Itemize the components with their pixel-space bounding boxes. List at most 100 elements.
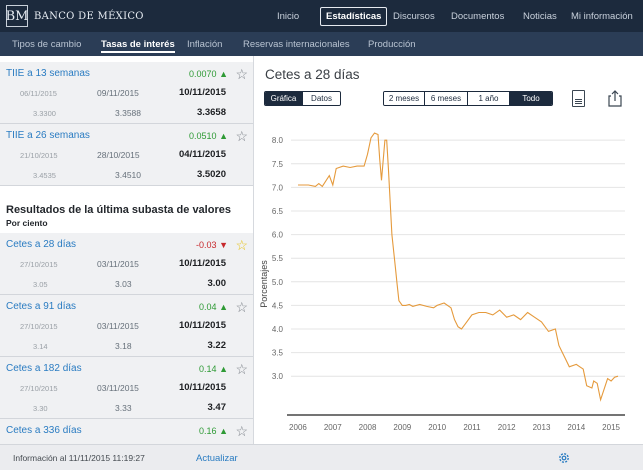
indicator-card-tiie-26[interactable]: TIIE a 26 semanas 0.0510 ▲ ☆ 21/10/2015 … [0,124,253,186]
value-previous-1: 3.18 [115,341,132,351]
date-latest: 10/11/2015 [178,320,226,331]
star-icon[interactable]: ☆ [235,128,248,145]
banxico-logo[interactable]: BM BANCO DE MÉXICO [6,5,144,27]
star-icon[interactable]: ☆ [235,423,248,440]
tab-tipos-de-cambio[interactable]: Tipos de cambio [12,32,81,56]
indicator-name: TIIE a 13 semanas [6,68,90,79]
indicator-change: -0.03 ▼ [196,240,228,250]
tab-reservas-internacionales[interactable]: Reservas internacionales [243,32,350,56]
x-tick-label: 2007 [324,423,342,432]
y-tick-label: 6.0 [272,231,284,240]
nav-inicio-label: Inicio [277,10,300,22]
range-6-meses-button[interactable]: 6 meses [425,92,468,105]
share-icon[interactable] [608,90,622,107]
range-todo-button[interactable]: Todo [510,92,552,105]
y-axis-ticks: 3.0 3.5 4.0 4.5 5.0 5.5 6.0 6.5 7.0 7.5 8.0 [272,136,284,381]
auction-section-title: Resultados de la última subasta de valor… [6,204,231,216]
indicator-change: 0.04 ▲ [199,302,228,312]
gear-icon[interactable] [557,451,571,465]
auction-section-subtitle: Por ciento [6,218,48,228]
star-icon[interactable]: ☆ [235,361,248,378]
indicator-name: Cetes a 182 días [6,363,82,374]
app-window: BM BANCO DE MÉXICO Inicio Estadísticas D… [0,0,643,470]
view-toggle: Gráfica Datos [264,91,341,106]
y-tick-label: 7.5 [272,160,284,169]
nav-discursos-label: Discursos [393,10,435,22]
nav-noticias-label: Noticias [523,10,557,22]
chart-grid [291,139,625,377]
arrow-down-icon: ▼ [219,240,228,250]
nav-inicio[interactable]: Inicio [277,0,299,32]
y-tick-label: 5.0 [272,278,284,287]
arrow-up-icon: ▲ [219,302,228,312]
y-tick-label: 3.0 [272,372,284,381]
info-datetime: 11/11/2015 11:19:27 [68,453,145,463]
y-axis-label: Porcentajes [259,260,269,308]
tab-produccion[interactable]: Producción [368,32,416,56]
nav-estadisticas[interactable]: Estadísticas [320,0,388,32]
value-latest: 3.5020 [196,169,226,180]
date-latest: 10/11/2015 [178,258,226,269]
star-icon[interactable]: ☆ [235,66,248,83]
x-tick-label: 2010 [428,423,446,432]
value-previous-2: 3.3300 [33,109,56,118]
date-previous-1: 09/11/2015 [97,88,139,98]
last-update-info: Información al 11/11/2015 11:19:27 [13,453,145,463]
date-previous-2: 21/10/2015 [20,151,58,160]
value-latest: 3.22 [207,340,227,351]
tab-tasas-de-interes[interactable]: Tasas de interés [101,32,175,56]
value-previous-2: 3.14 [33,342,48,351]
auction-section-header: Resultados de la última subasta de valor… [0,191,253,233]
value-previous-2: 3.4535 [33,171,56,180]
date-previous-2: 27/10/2015 [20,260,58,269]
range-1-ano-button[interactable]: 1 año [468,92,510,105]
value-previous-1: 3.3588 [115,108,141,118]
x-tick-label: 2013 [533,423,551,432]
y-tick-label: 8.0 [272,136,284,145]
range-2-meses-button[interactable]: 2 meses [384,92,425,105]
top-navigation: BM BANCO DE MÉXICO Inicio Estadísticas D… [0,0,643,32]
indicator-change: 0.16 ▲ [199,426,228,436]
x-tick-label: 2011 [463,423,481,432]
nav-documentos-label: Documentos [451,10,505,22]
x-tick-label: 2009 [393,423,411,432]
indicator-card-cetes-28[interactable]: Cetes a 28 días -0.03 ▼ ☆ 27/10/2015 03/… [0,233,253,295]
x-axis-ticks: 2006 2007 2008 2009 2010 2011 2012 2013 2014 2015 [289,423,620,432]
arrow-up-icon: ▲ [219,131,228,141]
y-tick-label: 4.0 [272,325,284,334]
star-icon[interactable]: ☆ [235,237,248,254]
logo-mark: BM [6,5,28,27]
indicator-card-cetes-336[interactable]: Cetes a 336 días 0.16 ▲ ☆ [0,419,253,444]
indicator-card-cetes-91[interactable]: Cetes a 91 días 0.04 ▲ ☆ 27/10/2015 03/1… [0,295,253,357]
nav-noticias[interactable]: Noticias [523,0,557,32]
x-tick-label: 2006 [289,423,307,432]
arrow-up-icon: ▲ [219,69,228,79]
date-previous-1: 28/10/2015 [97,150,140,160]
date-previous-2: 06/11/2015 [20,89,57,98]
nav-discursos[interactable]: Discursos [393,0,435,32]
date-previous-1: 03/11/2015 [97,321,139,331]
nav-documentos[interactable]: Documentos [451,0,504,32]
view-grafica-button[interactable]: Gráfica [265,92,303,105]
x-tick-label: 2014 [567,423,585,432]
x-tick-label: 2008 [359,423,377,432]
nav-mi-informacion[interactable]: Mi información [571,0,633,32]
logo-text: BANCO DE MÉXICO [34,10,144,22]
y-tick-label: 5.5 [272,254,284,263]
update-button[interactable]: Actualizar [196,453,238,464]
value-latest: 3.47 [207,402,227,413]
indicator-change: 0.14 ▲ [199,364,228,374]
date-previous-2: 27/10/2015 [20,322,58,331]
date-previous-1: 03/11/2015 [97,383,139,393]
value-latest: 3.00 [207,278,227,289]
y-tick-label: 3.5 [272,349,284,358]
view-datos-button[interactable]: Datos [303,92,340,105]
series-line [298,132,619,402]
indicator-card-tiie-13[interactable]: TIIE a 13 semanas 0.0070 ▲ ☆ 06/11/2015 … [0,62,253,124]
indicator-name: Cetes a 91 días [6,301,77,312]
indicator-card-cetes-182[interactable]: Cetes a 182 días 0.14 ▲ ☆ 27/10/2015 03/… [0,357,253,419]
tab-inflacion[interactable]: Inflación [187,32,222,56]
value-previous-2: 3.30 [33,404,48,413]
star-icon[interactable]: ☆ [235,299,248,316]
document-icon[interactable] [572,90,585,107]
